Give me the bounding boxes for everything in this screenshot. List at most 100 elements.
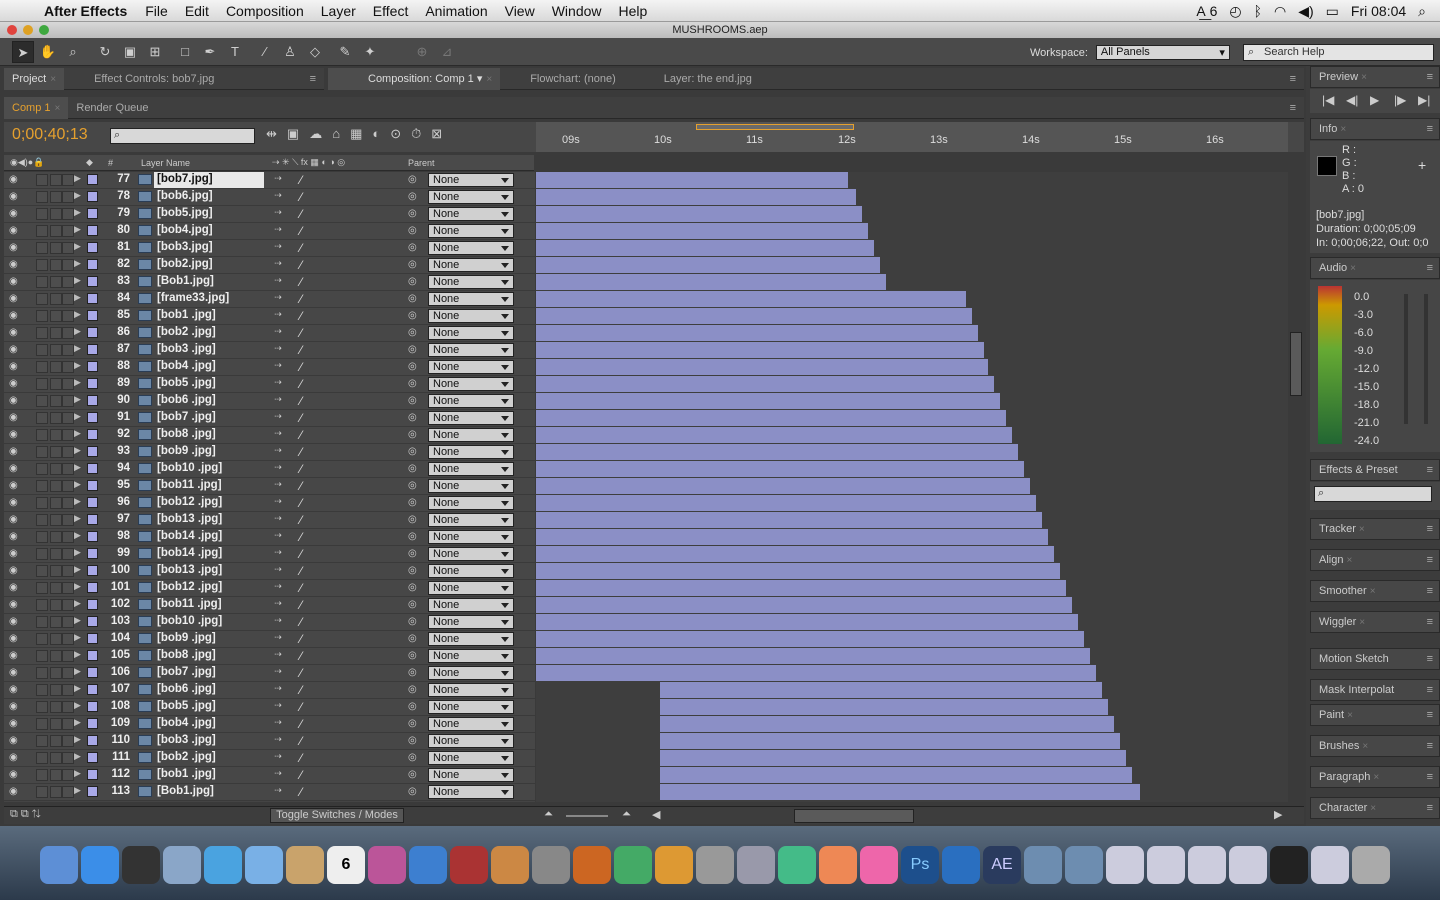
visibility-eye-icon[interactable]: ◉ xyxy=(9,225,18,236)
quality-switch-icon[interactable]: ⁄ xyxy=(300,462,302,476)
quality-switch-icon[interactable]: ⁄ xyxy=(300,326,302,340)
layer-bar[interactable] xyxy=(536,427,1012,443)
paragraph-panel[interactable]: Paragraph × ≡ xyxy=(1310,766,1440,788)
audio-toggle[interactable] xyxy=(36,650,48,662)
layer-name[interactable]: [Bob1.jpg] xyxy=(157,275,214,287)
type-tool-icon[interactable]: T xyxy=(224,41,246,63)
lock-toggle[interactable] xyxy=(62,344,74,356)
audio-toggle[interactable] xyxy=(36,480,48,492)
window-icon[interactable] xyxy=(1106,846,1144,884)
visibility-eye-icon[interactable]: ◉ xyxy=(9,582,18,593)
audio-toggle[interactable] xyxy=(36,310,48,322)
keynote-icon[interactable] xyxy=(655,846,693,884)
shy-switch-icon[interactable]: ⇢ xyxy=(270,666,286,680)
parent-dropdown[interactable]: None xyxy=(428,513,514,527)
label-color-swatch[interactable] xyxy=(87,497,98,508)
lock-toggle[interactable] xyxy=(62,225,74,237)
solo-toggle[interactable] xyxy=(50,378,62,390)
expand-triangle-icon[interactable]: ▶ xyxy=(74,224,81,235)
expand-triangle-icon[interactable]: ▶ xyxy=(74,173,81,184)
folder-icon[interactable] xyxy=(1065,846,1103,884)
parent-dropdown[interactable]: None xyxy=(428,462,514,476)
time-machine-icon[interactable] xyxy=(614,846,652,884)
parent-dropdown[interactable]: None xyxy=(428,632,514,646)
lock-toggle[interactable] xyxy=(62,786,74,798)
solo-toggle[interactable] xyxy=(50,225,62,237)
parent-dropdown[interactable]: None xyxy=(428,394,514,408)
audio-toggle[interactable] xyxy=(36,446,48,458)
audio-toggle[interactable] xyxy=(36,378,48,390)
quality-switch-icon[interactable]: ⁄ xyxy=(300,530,302,544)
graph-editor-icon[interactable]: ⏱ xyxy=(411,126,421,142)
expand-triangle-icon[interactable]: ▶ xyxy=(74,785,81,796)
effects-search-input[interactable]: ⌕ xyxy=(1314,486,1432,502)
wifi-icon[interactable]: ◠ xyxy=(1274,3,1286,20)
audio-toggle[interactable] xyxy=(36,276,48,288)
shy-switch-icon[interactable]: ⇢ xyxy=(270,496,286,510)
visibility-eye-icon[interactable]: ◉ xyxy=(9,650,18,661)
solo-toggle[interactable] xyxy=(50,174,62,186)
comp-mini-flowchart-icon[interactable]: ⇹ xyxy=(266,126,277,142)
parent-dropdown[interactable]: None xyxy=(428,241,514,255)
parent-dropdown[interactable]: None xyxy=(428,445,514,459)
effects-presets-panel[interactable]: Effects & Preset ≡ xyxy=(1310,459,1440,481)
smoother-panel[interactable]: Smoother × ≡ xyxy=(1310,580,1440,602)
window-icon[interactable] xyxy=(1311,846,1349,884)
layer-bar[interactable] xyxy=(536,223,868,239)
tracker-panel[interactable]: Tracker × ≡ xyxy=(1310,518,1440,540)
shy-switch-icon[interactable]: ⇢ xyxy=(270,292,286,306)
label-color-swatch[interactable] xyxy=(87,667,98,678)
solo-toggle[interactable] xyxy=(50,463,62,475)
dashboard-icon[interactable] xyxy=(122,846,160,884)
solo-toggle[interactable] xyxy=(50,497,62,509)
audio-toggle[interactable] xyxy=(36,361,48,373)
label-color-swatch[interactable] xyxy=(87,463,98,474)
paint-panel[interactable]: Paint × ≡ xyxy=(1310,704,1440,726)
expand-triangle-icon[interactable]: ▶ xyxy=(74,683,81,694)
expand-triangle-icon[interactable]: ▶ xyxy=(74,241,81,252)
audio-toggle[interactable] xyxy=(36,565,48,577)
photo-booth-icon[interactable] xyxy=(450,846,488,884)
shy-switch-icon[interactable]: ⇢ xyxy=(270,700,286,714)
numbers-icon[interactable] xyxy=(778,846,816,884)
layer-row[interactable]: ◉ ▶ 91 [bob7 .jpg] ⇢ ⁄ ◎ None xyxy=(4,410,535,427)
lock-toggle[interactable] xyxy=(62,565,74,577)
audio-toggle[interactable] xyxy=(36,531,48,543)
shy-switch-icon[interactable]: ⇢ xyxy=(270,751,286,765)
layer-name[interactable]: [bob12 .jpg] xyxy=(157,496,222,508)
parent-dropdown[interactable]: None xyxy=(428,547,514,561)
expand-triangle-icon[interactable]: ▶ xyxy=(74,462,81,473)
expand-triangle-icon[interactable]: ▶ xyxy=(74,479,81,490)
parent-dropdown[interactable]: None xyxy=(428,173,514,187)
shy-switch-icon[interactable]: ⇢ xyxy=(270,598,286,612)
pickwhip-icon[interactable]: ◎ xyxy=(408,293,417,304)
panel-menu-icon[interactable]: ≡ xyxy=(1290,102,1296,114)
layer-bar[interactable] xyxy=(536,342,984,358)
lock-toggle[interactable] xyxy=(62,480,74,492)
parent-dropdown[interactable]: None xyxy=(428,700,514,714)
audio-toggle[interactable] xyxy=(36,701,48,713)
lock-toggle[interactable] xyxy=(62,667,74,679)
visibility-eye-icon[interactable]: ◉ xyxy=(9,276,18,287)
shy-switch-icon[interactable]: ⇢ xyxy=(270,173,286,187)
layer-row[interactable]: ◉ ▶ 81 [bob3.jpg] ⇢ ⁄ ◎ None xyxy=(4,240,535,257)
quality-switch-icon[interactable]: ⁄ xyxy=(300,751,302,765)
menu-window[interactable]: Window xyxy=(552,3,602,19)
solo-toggle[interactable] xyxy=(50,344,62,356)
label-color-swatch[interactable] xyxy=(87,208,98,219)
pen-icon[interactable] xyxy=(737,846,775,884)
parent-dropdown[interactable]: None xyxy=(428,598,514,612)
layer-row[interactable]: ◉ ▶ 103 [bob10 .jpg] ⇢ ⁄ ◎ None xyxy=(4,614,535,631)
lock-toggle[interactable] xyxy=(62,650,74,662)
menu-view[interactable]: View xyxy=(505,3,535,19)
layer-bar[interactable] xyxy=(536,274,886,290)
menu-animation[interactable]: Animation xyxy=(425,3,487,19)
pen-tool-icon[interactable]: ✒ xyxy=(199,41,221,63)
quality-switch-icon[interactable]: ⁄ xyxy=(300,649,302,663)
audio-toggle[interactable] xyxy=(36,242,48,254)
lock-toggle[interactable] xyxy=(62,276,74,288)
pickwhip-icon[interactable]: ◎ xyxy=(408,718,417,729)
solo-toggle[interactable] xyxy=(50,480,62,492)
parent-dropdown[interactable]: None xyxy=(428,683,514,697)
layer-row[interactable]: ◉ ▶ 90 [bob6 .jpg] ⇢ ⁄ ◎ None xyxy=(4,393,535,410)
